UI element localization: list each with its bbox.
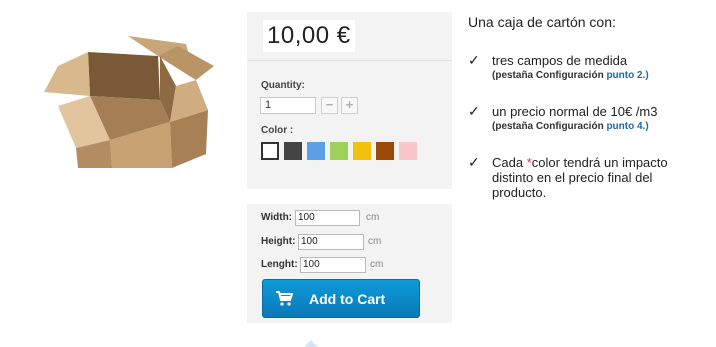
feature-3-text: Cada *color tendrá un impacto distinto e…: [492, 155, 668, 200]
feature-1-text: tres campos de medida: [492, 53, 628, 68]
height-label: Height:: [261, 236, 296, 247]
height-unit: cm: [368, 236, 382, 247]
color-swatch-blue[interactable]: [307, 142, 325, 160]
feature-2-text: un precio normal de 10€ /m3: [492, 104, 658, 119]
width-label: Width:: [261, 212, 293, 223]
product-image: [44, 36, 214, 168]
color-swatch-green[interactable]: [330, 142, 348, 160]
quantity-label: Quantity:: [261, 80, 305, 91]
width-input[interactable]: 100: [295, 210, 360, 226]
height-input[interactable]: 100: [298, 234, 364, 250]
cart-icon: [276, 291, 293, 306]
color-swatch-yellow[interactable]: [353, 142, 371, 160]
price-panel: 10,00 €: [247, 12, 452, 61]
plus-icon: +: [345, 97, 354, 112]
product-price: 10,00 €: [263, 20, 355, 52]
quantity-decrease-button[interactable]: −: [321, 97, 338, 114]
add-to-cart-label: Add to Cart: [309, 291, 386, 307]
width-unit: cm: [366, 212, 380, 223]
checkmark-icon: ✓: [468, 154, 480, 170]
length-input[interactable]: 100: [300, 257, 366, 273]
feature-2-note: (pestaña Configuración punto 4.): [492, 121, 649, 132]
length-unit: cm: [370, 259, 384, 270]
options-panel: Quantity: 1 − + Color :: [247, 61, 452, 189]
checkmark-icon: ✓: [468, 52, 480, 68]
dimensions-panel: Width: 100 cm Height: 100 cm Lenght: 100…: [247, 204, 452, 323]
color-swatch-white[interactable]: [261, 142, 279, 160]
color-swatch-dark-gray[interactable]: [284, 142, 302, 160]
color-swatch-brown[interactable]: [376, 142, 394, 160]
scroll-up-arrow-icon[interactable]: [304, 340, 318, 347]
color-swatch-pink[interactable]: [399, 142, 417, 160]
description-title: Una caja de cartón con:: [468, 14, 616, 30]
add-to-cart-button[interactable]: Add to Cart: [262, 279, 420, 318]
checkmark-icon: ✓: [468, 103, 480, 119]
minus-icon: −: [325, 97, 334, 112]
color-label: Color :: [261, 125, 294, 136]
length-label: Lenght:: [261, 259, 298, 270]
feature-1-note: (pestaña Configuración punto 2.): [492, 70, 649, 81]
quantity-input[interactable]: 1: [260, 97, 316, 114]
quantity-increase-button[interactable]: +: [341, 97, 358, 114]
